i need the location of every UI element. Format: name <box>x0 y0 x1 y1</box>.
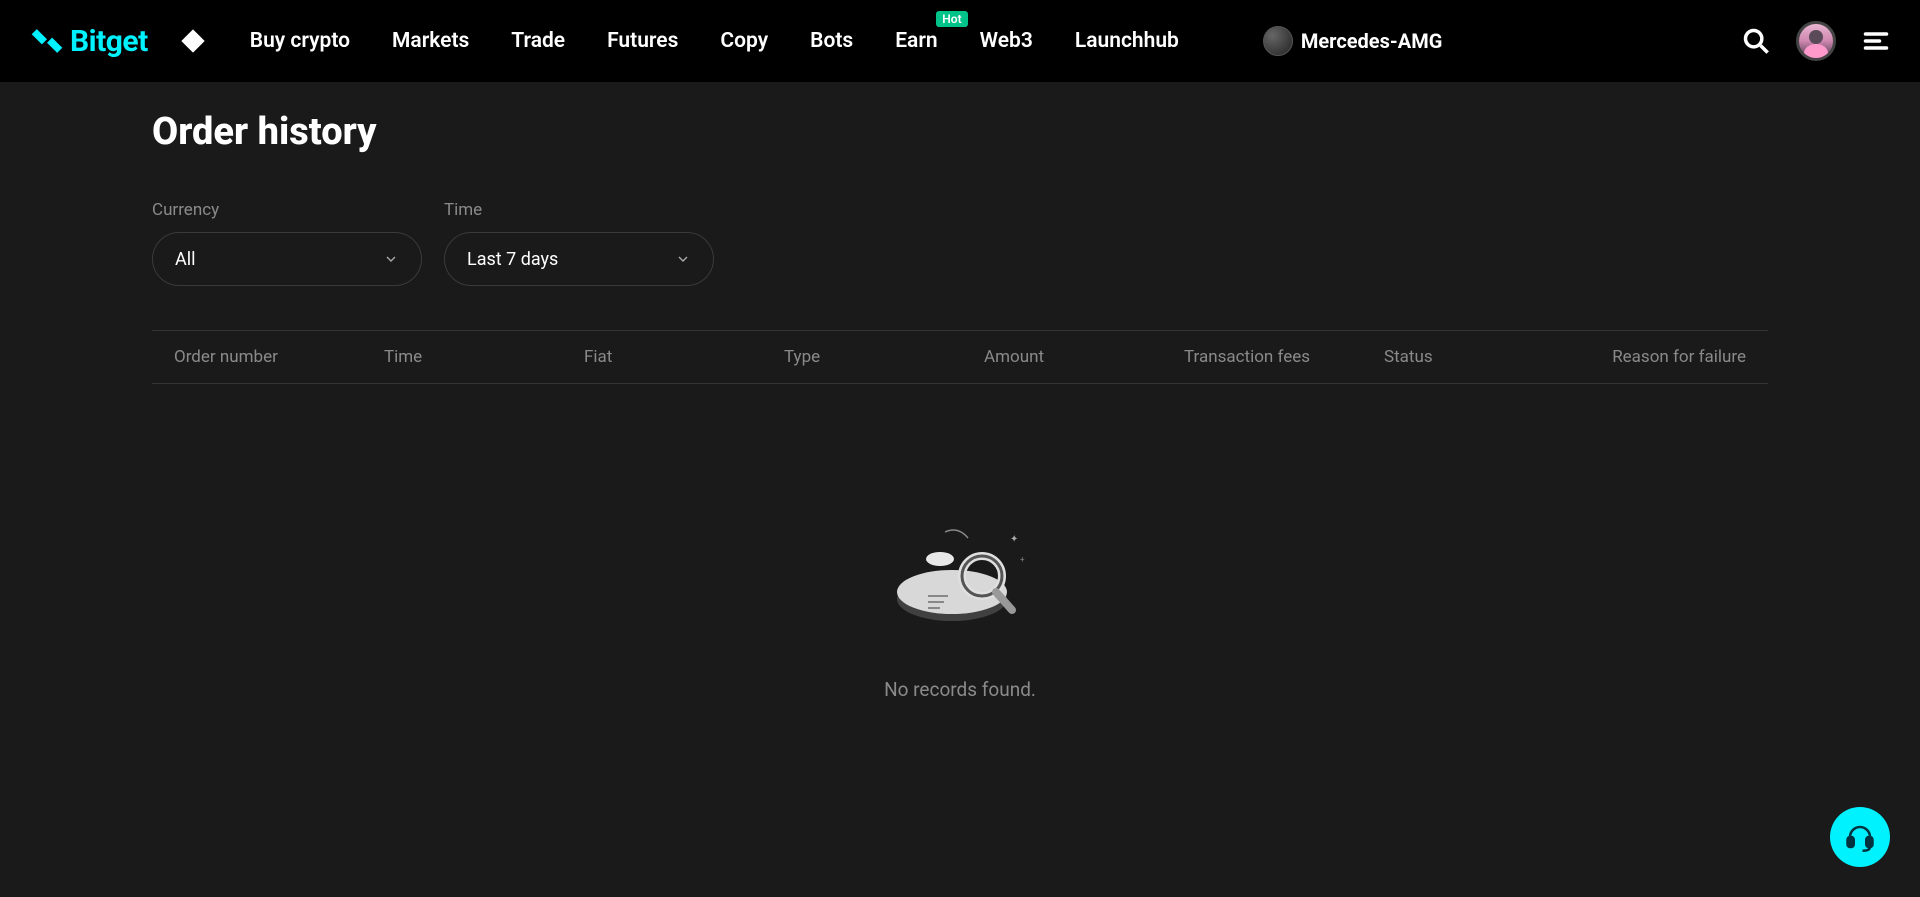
filter-time: Time Last 7 days <box>444 200 714 286</box>
filter-currency-label: Currency <box>152 200 422 220</box>
table: Order number Time Fiat Type Amount Trans… <box>152 330 1768 701</box>
brand-logo[interactable]: Bitget <box>30 24 148 59</box>
header-actions <box>1742 21 1890 61</box>
svg-text:✦: ✦ <box>1010 534 1018 545</box>
hot-badge: Hot <box>936 11 967 27</box>
col-amount: Amount <box>984 347 1184 367</box>
time-select[interactable]: Last 7 days <box>444 232 714 286</box>
nav-launchhub[interactable]: Launchhub <box>1075 29 1179 53</box>
col-time: Time <box>384 347 584 367</box>
empty-state: ✦ + No records found. <box>152 384 1768 701</box>
filters: Currency All Time Last 7 days <box>152 200 1768 286</box>
nav-trade[interactable]: Trade <box>511 29 565 53</box>
col-fiat: Fiat <box>584 347 784 367</box>
currency-select[interactable]: All <box>152 232 422 286</box>
chevron-down-icon <box>675 251 691 267</box>
nav-web3[interactable]: Web3 <box>980 29 1033 53</box>
nav-buy-crypto[interactable]: Buy crypto <box>250 29 350 53</box>
partner-logo-icon <box>1263 26 1293 56</box>
partner-name: Mercedes-AMG <box>1301 29 1442 53</box>
filter-time-label: Time <box>444 200 714 220</box>
header: Bitget Buy crypto Markets Trade Futures … <box>0 0 1920 82</box>
col-status: Status <box>1384 347 1594 367</box>
main-nav: Buy crypto Markets Trade Futures Copy Bo… <box>178 26 1443 56</box>
menu-icon[interactable] <box>1862 27 1890 55</box>
col-transaction-fees: Transaction fees <box>1184 347 1384 367</box>
chevron-down-icon <box>383 251 399 267</box>
empty-text: No records found. <box>884 678 1036 701</box>
empty-illustration-icon: ✦ + <box>890 524 1030 634</box>
nav-bots[interactable]: Bots <box>810 29 853 53</box>
nav-earn[interactable]: Earn Hot <box>895 29 937 53</box>
col-reason-for-failure: Reason for failure <box>1594 347 1746 367</box>
nav-earn-label: Earn <box>895 29 937 53</box>
nav-futures[interactable]: Futures <box>607 29 678 53</box>
col-type: Type <box>784 347 984 367</box>
col-order-number: Order number <box>174 347 384 367</box>
svg-text:+: + <box>1020 555 1025 564</box>
nav-markets[interactable]: Markets <box>392 29 469 53</box>
table-header: Order number Time Fiat Type Amount Trans… <box>152 330 1768 384</box>
nav-copy[interactable]: Copy <box>720 29 768 53</box>
partner-badge[interactable]: Mercedes-AMG <box>1263 26 1442 56</box>
search-icon[interactable] <box>1742 27 1770 55</box>
headset-icon <box>1845 822 1875 852</box>
time-select-value: Last 7 days <box>467 249 558 270</box>
currency-select-value: All <box>175 249 196 270</box>
brand-logo-icon <box>30 24 64 58</box>
filter-currency: Currency All <box>152 200 422 286</box>
main-content: Order history Currency All Time Last 7 d… <box>0 82 1920 701</box>
support-button[interactable] <box>1830 807 1890 867</box>
apps-icon[interactable] <box>178 26 208 56</box>
page-title: Order history <box>152 110 1768 154</box>
avatar[interactable] <box>1796 21 1836 61</box>
brand-name: Bitget <box>70 24 148 59</box>
